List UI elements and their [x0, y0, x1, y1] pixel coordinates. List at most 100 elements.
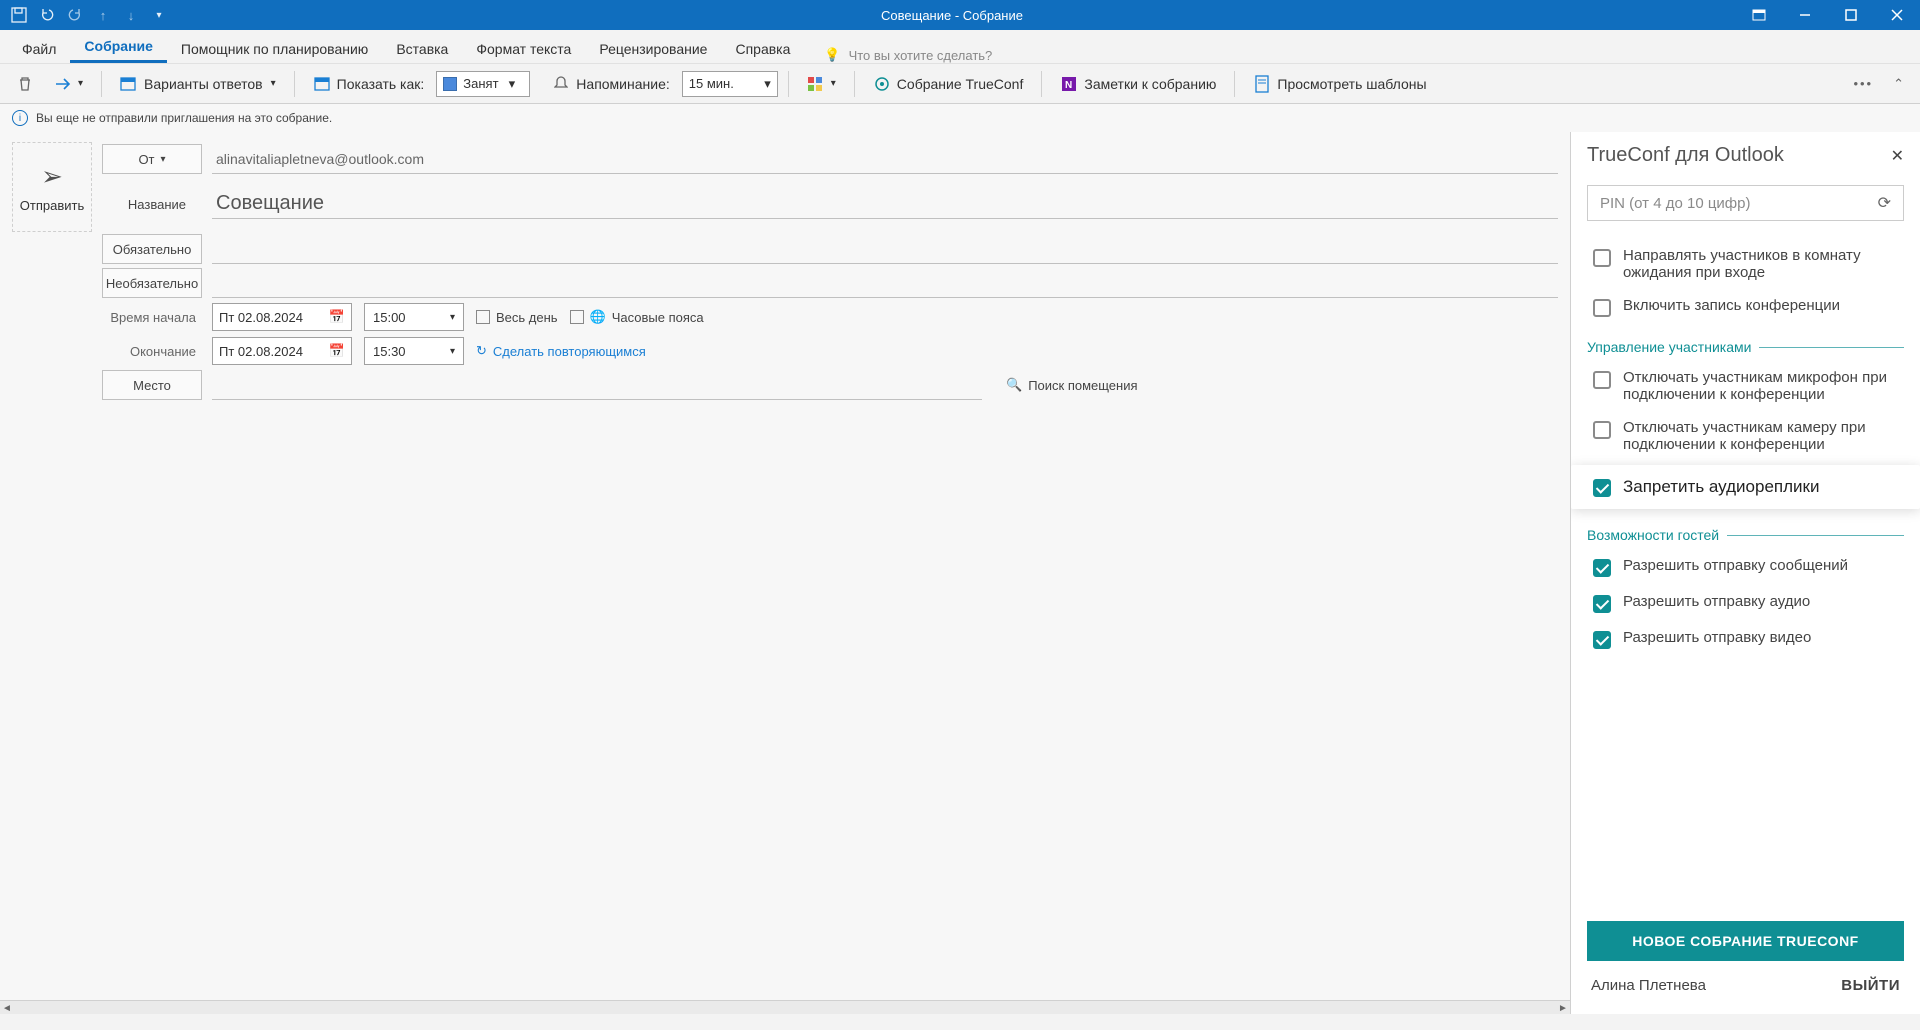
- recurrence-label: Сделать повторяющимся: [493, 344, 646, 359]
- title-bar: ↑ ↓ ▾ Совещание - Собрание: [0, 0, 1920, 30]
- option-guest-video[interactable]: Разрешить отправку видео: [1587, 621, 1904, 657]
- qat-customize-icon[interactable]: ▾: [150, 6, 168, 24]
- save-icon[interactable]: [10, 6, 28, 24]
- option-mute-mic[interactable]: Отключать участникам микрофон при подклю…: [1587, 361, 1904, 411]
- chevron-down-icon: ▾: [764, 76, 771, 92]
- up-arrow-icon[interactable]: ↑: [94, 6, 112, 24]
- calendar-icon: 📅: [329, 343, 345, 359]
- categories-button[interactable]: ▾: [799, 71, 844, 97]
- scroll-left-icon[interactable]: ◄: [0, 1001, 14, 1015]
- option-waiting-room[interactable]: Направлять участников в комнату ожидания…: [1587, 239, 1904, 289]
- user-name: Алина Плетнева: [1591, 977, 1706, 994]
- categories-icon: [807, 75, 825, 93]
- all-day-label: Весь день: [496, 310, 558, 325]
- chevron-down-icon: ▾: [450, 346, 455, 357]
- horizontal-scrollbar[interactable]: ◄ ►: [0, 1000, 1570, 1014]
- option-guest-audio[interactable]: Разрешить отправку аудио: [1587, 585, 1904, 621]
- status-icon: [313, 75, 331, 93]
- meeting-notes-label: Заметки к собранию: [1084, 76, 1216, 92]
- find-room-label: Поиск помещения: [1028, 378, 1137, 393]
- start-date-picker[interactable]: Пт 02.08.2024 📅: [212, 303, 352, 331]
- tab-file[interactable]: Файл: [8, 33, 70, 63]
- start-time-value: 15:00: [373, 310, 406, 325]
- delete-button[interactable]: [8, 71, 42, 97]
- meeting-notes-button[interactable]: N Заметки к собранию: [1052, 71, 1224, 97]
- option-record[interactable]: Включить запись конференции: [1587, 289, 1904, 325]
- logout-button[interactable]: ВЫЙТИ: [1841, 977, 1900, 994]
- recurrence-icon: ↻: [476, 343, 487, 359]
- reminder-selector[interactable]: 15 мин. ▾: [682, 71, 778, 97]
- tab-help[interactable]: Справка: [721, 33, 804, 63]
- option-guest-messages[interactable]: Разрешить отправку сообщений: [1587, 549, 1904, 585]
- busy-swatch-icon: [443, 77, 457, 91]
- trueconf-meeting-label: Собрание TrueConf: [897, 76, 1024, 92]
- tab-planning-assistant[interactable]: Помощник по планированию: [167, 33, 382, 63]
- optional-button[interactable]: Необязательно: [102, 268, 202, 298]
- timezones-checkbox[interactable]: 🌐Часовые пояса: [570, 309, 704, 325]
- tell-me-search[interactable]: 💡 Что вы хотите сделать?: [824, 47, 992, 63]
- response-options-label: Варианты ответов: [144, 76, 263, 92]
- location-button[interactable]: Место: [102, 370, 202, 400]
- trueconf-panel-title: TrueConf для Outlook: [1587, 144, 1784, 167]
- minimize-icon[interactable]: [1782, 0, 1828, 30]
- start-time-label: Время начала: [102, 300, 212, 334]
- panel-close-icon[interactable]: ✕: [1891, 146, 1904, 166]
- show-as-group: Показать как:: [305, 71, 433, 97]
- new-trueconf-meeting-button[interactable]: НОВОЕ СОБРАНИЕ TRUECONF: [1587, 921, 1904, 961]
- building-search-icon: 🔍: [1006, 377, 1022, 393]
- down-arrow-icon[interactable]: ↓: [122, 6, 140, 24]
- send-button[interactable]: ➢ Отправить: [12, 142, 92, 232]
- more-commands-icon[interactable]: •••: [1853, 76, 1873, 91]
- required-button[interactable]: Обязательно: [102, 234, 202, 264]
- start-time-picker[interactable]: 15:00▾: [364, 303, 464, 331]
- send-arrow-icon: ➢: [41, 161, 63, 192]
- redo-icon[interactable]: [66, 6, 84, 24]
- optional-field[interactable]: [212, 268, 1558, 298]
- subject-field[interactable]: [212, 189, 1558, 219]
- calendar-icon: 📅: [329, 309, 345, 325]
- show-as-value: Занят: [463, 76, 498, 91]
- trueconf-icon: [873, 75, 891, 93]
- find-room-button[interactable]: 🔍 Поиск помещения: [1006, 377, 1138, 393]
- trueconf-meeting-button[interactable]: Собрание TrueConf: [865, 71, 1032, 97]
- all-day-checkbox[interactable]: Весь день: [476, 310, 558, 325]
- undo-icon[interactable]: [38, 6, 56, 24]
- onenote-icon: N: [1060, 75, 1078, 93]
- timezones-label: Часовые пояса: [612, 310, 704, 325]
- option-block-audio-highlighted[interactable]: Запретить аудиореплики: [1571, 465, 1920, 509]
- section-guest-capabilities: Возможности гостей: [1587, 513, 1904, 549]
- refresh-icon[interactable]: ⟳: [1878, 193, 1891, 213]
- tab-review[interactable]: Рецензирование: [585, 33, 721, 63]
- option-record-label: Включить запись конференции: [1623, 297, 1840, 314]
- calendar-check-icon: [120, 75, 138, 93]
- collapse-ribbon-icon[interactable]: ⌃: [1893, 76, 1904, 92]
- location-field[interactable]: [212, 370, 982, 400]
- show-as-selector[interactable]: Занят▾: [436, 71, 530, 97]
- ribbon-display-icon[interactable]: [1736, 0, 1782, 30]
- end-time-picker[interactable]: 15:30▾: [364, 337, 464, 365]
- from-button[interactable]: От▾: [102, 144, 202, 174]
- trueconf-panel: TrueConf для Outlook ✕ PIN (от 4 до 10 ц…: [1570, 132, 1920, 1014]
- maximize-icon[interactable]: [1828, 0, 1874, 30]
- close-icon[interactable]: [1874, 0, 1920, 30]
- forward-button[interactable]: ▾: [46, 71, 91, 97]
- response-options-button[interactable]: Варианты ответов▾: [112, 71, 284, 97]
- tab-insert[interactable]: Вставка: [382, 33, 462, 63]
- reminder-value: 15 мин.: [689, 76, 734, 91]
- pin-input[interactable]: PIN (от 4 до 10 цифр) ⟳: [1587, 185, 1904, 221]
- tab-format[interactable]: Формат текста: [462, 33, 585, 63]
- option-mute-cam[interactable]: Отключать участникам камеру при подключе…: [1587, 411, 1904, 461]
- make-recurring-link[interactable]: ↻ Сделать повторяющимся: [476, 343, 646, 359]
- required-field[interactable]: [212, 234, 1558, 264]
- view-templates-button[interactable]: Просмотреть шаблоны: [1245, 71, 1434, 97]
- tab-meeting[interactable]: Собрание: [70, 30, 167, 63]
- end-date-picker[interactable]: Пт 02.08.2024📅: [212, 337, 352, 365]
- scroll-right-icon[interactable]: ►: [1556, 1001, 1570, 1015]
- lightbulb-icon: 💡: [824, 47, 840, 63]
- chevron-down-icon: ▾: [161, 154, 166, 165]
- start-date-value: Пт 02.08.2024: [219, 310, 303, 325]
- info-bar: i Вы еще не отправили приглашения на это…: [0, 104, 1920, 132]
- option-guest-video-label: Разрешить отправку видео: [1623, 629, 1811, 646]
- window-title: Совещание - Собрание: [168, 8, 1736, 23]
- from-field[interactable]: [212, 144, 1558, 174]
